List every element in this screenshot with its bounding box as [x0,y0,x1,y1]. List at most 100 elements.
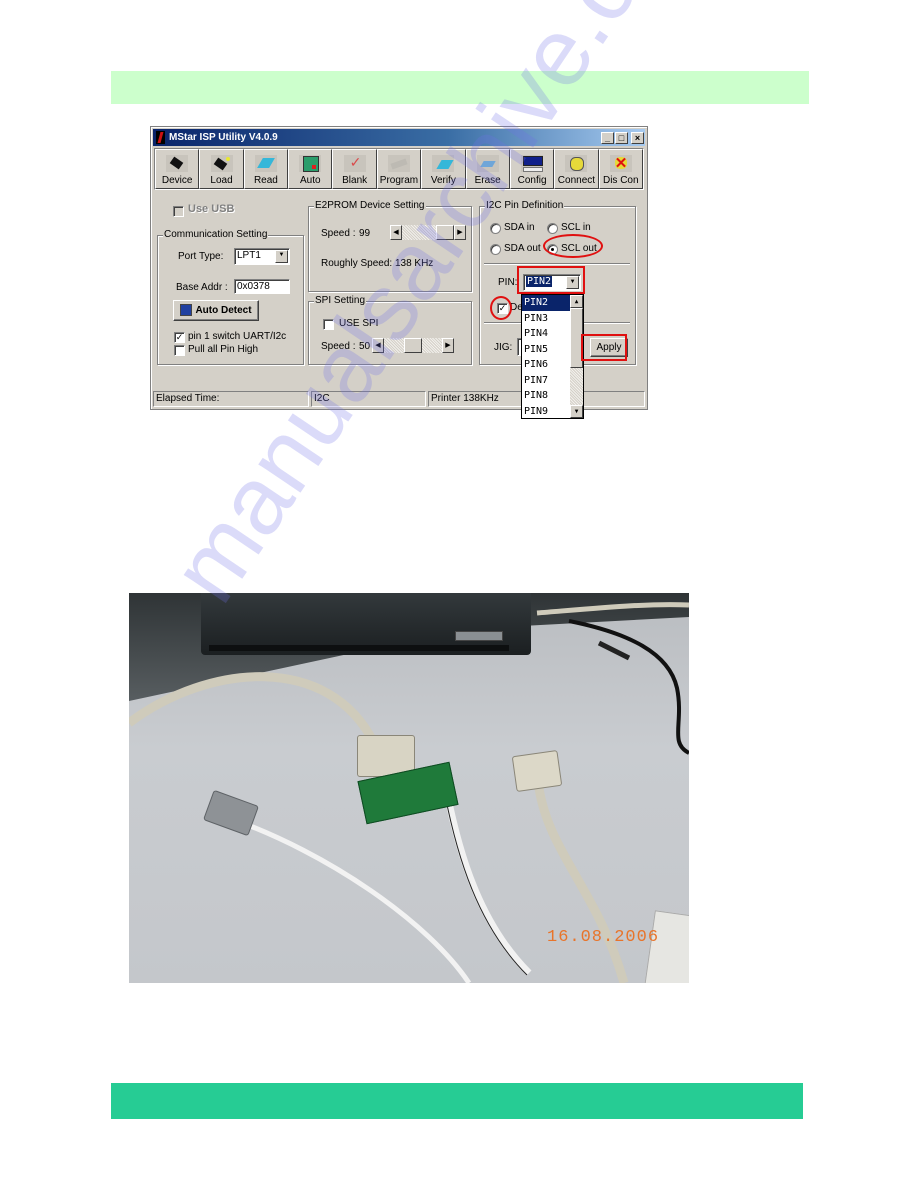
device-button[interactable]: Device [155,149,200,189]
rough-speed-label: Roughly Speed: 138 KHz [321,258,434,269]
read-icon [254,155,277,172]
scroll-up-icon[interactable]: ▲ [570,295,583,308]
erase-icon [476,155,499,172]
device-label: Device [161,175,193,186]
spi-setting-group: SPI Setting USE SPI Speed : 50 ◀ ▶ [308,295,472,365]
base-addr-input[interactable]: 0x0378 [234,279,290,294]
jig-label: JIG: [494,342,513,353]
use-usb-checkbox[interactable] [173,206,184,217]
program-label: Program [379,175,419,186]
chip-load-icon [210,155,233,172]
scroll-right-icon[interactable]: ▶ [442,338,454,353]
load-button[interactable]: Load [199,149,244,189]
use-spi-label: USE SPI [339,318,379,329]
erase-button[interactable]: Erase [465,149,510,189]
title-bar[interactable]: MStar ISP Utility V4.0.9 _ □ × [153,129,645,146]
spi-speed-label: Speed : [321,341,356,352]
pin-option[interactable]: PIN3 [522,311,570,327]
sda-out-label: SDA out [504,243,541,254]
connect-icon [565,155,588,172]
communication-setting-group: Communication Setting Port Type: LPT1 ▼ … [157,229,304,365]
app-icon [156,131,165,144]
pin-option[interactable]: PIN7 [522,373,570,389]
scroll-right-icon[interactable]: ▶ [454,225,466,240]
use-spi-checkbox[interactable] [323,319,334,330]
read-button[interactable]: Read [243,149,289,189]
sda-out-radio[interactable] [490,244,501,255]
auto-button[interactable]: Auto [288,149,333,189]
auto-detect-button[interactable]: Auto Detect [173,300,259,321]
spi-slider-thumb[interactable] [404,338,422,353]
spi-speed-value: 50 [359,341,371,352]
blank-label: Blank [342,175,368,186]
window-title: MStar ISP Utility V4.0.9 [169,132,278,143]
e2prom-slider-thumb[interactable] [436,225,454,240]
load-label: Load [210,175,233,186]
status-elapsed: Elapsed Time: [153,391,309,407]
blank-button[interactable]: Blank [332,149,377,189]
minimize-button[interactable]: _ [601,131,614,144]
e2prom-setting-group: E2PROM Device Setting Speed : 99 ◀ ▶ Rou… [308,200,472,292]
sda-in-label: SDA in [504,222,535,233]
pull-high-label: Pull all Pin High [188,344,259,355]
e2prom-setting-legend: E2PROM Device Setting [314,200,426,211]
disconnect-label: Dis Con [602,175,639,186]
port-type-value: LPT1 [237,250,261,261]
auto-detect-label: Auto Detect [195,305,252,316]
communication-setting-legend: Communication Setting [163,229,269,240]
scl-in-label: SCL in [561,222,591,233]
invert-checkbox-highlight [490,296,512,320]
base-addr-label: Base Addr : [176,282,228,293]
port-type-select[interactable]: LPT1 ▼ [234,248,290,265]
pin-option[interactable]: PIN9 [522,404,570,420]
connect-label: Connect [557,175,596,186]
pin-option[interactable]: PIN8 [522,388,570,404]
sda-in-radio[interactable] [490,223,501,234]
scroll-left-icon[interactable]: ◀ [390,225,402,240]
scroll-down-icon[interactable]: ▼ [570,405,583,418]
pin-option[interactable]: PIN4 [522,326,570,342]
toolbar: Device Load Read Auto Blank Program Veri… [154,148,644,190]
pin1-switch-checkbox[interactable]: ✓ [174,332,185,343]
scl-in-radio[interactable] [547,223,558,234]
pin-option[interactable]: PIN6 [522,357,570,373]
pin-option[interactable]: PIN2 [522,295,570,311]
close-button[interactable]: × [631,131,644,144]
hourglass-window-icon [180,304,193,317]
pull-high-checkbox[interactable] [174,345,185,356]
read-label: Read [253,175,278,186]
config-button[interactable]: Config [509,149,555,189]
chip-icon [166,155,189,172]
disconnect-icon [609,154,632,172]
use-usb-label: Use USB [188,203,235,215]
maximize-button[interactable]: □ [615,131,628,144]
disconnect-button[interactable]: Dis Con [598,149,643,189]
i2c-legend: I2C Pin Definition [485,200,565,211]
hardware-setup-photo: 16.08.2006 [129,593,689,983]
page-header-band [111,71,809,104]
port-type-label: Port Type: [178,251,224,262]
e2prom-speed-label: Speed : [321,228,356,239]
scroll-left-icon[interactable]: ◀ [372,338,384,353]
i2c-separator [484,263,630,265]
monitor-icon [521,155,544,172]
verify-button[interactable]: Verify [421,149,466,189]
erase-label: Erase [474,175,501,186]
program-icon [387,155,410,172]
photo-db25-connector-loose [511,749,563,793]
e2prom-speed-slider[interactable]: ◀ ▶ [390,225,466,240]
chevron-down-icon[interactable]: ▼ [275,250,288,263]
spi-speed-slider[interactable]: ◀ ▶ [372,338,454,353]
connect-button[interactable]: Connect [554,149,599,189]
auto-label: Auto [299,175,321,186]
program-button[interactable]: Program [376,149,422,189]
verify-label: Verify [430,175,456,186]
apply-highlight [581,334,627,361]
config-label: Config [517,175,547,186]
scl-out-highlight [543,234,603,258]
verify-icon [432,155,455,172]
e2prom-speed-value: 99 [359,228,371,239]
pin1-switch-label: pin 1 switch UART/I2c [188,331,287,342]
pin-dropdown-list: PIN2 PIN3 PIN4 PIN5 PIN6 PIN7 PIN8 PIN9 … [521,294,584,419]
pin-option[interactable]: PIN5 [522,342,570,358]
